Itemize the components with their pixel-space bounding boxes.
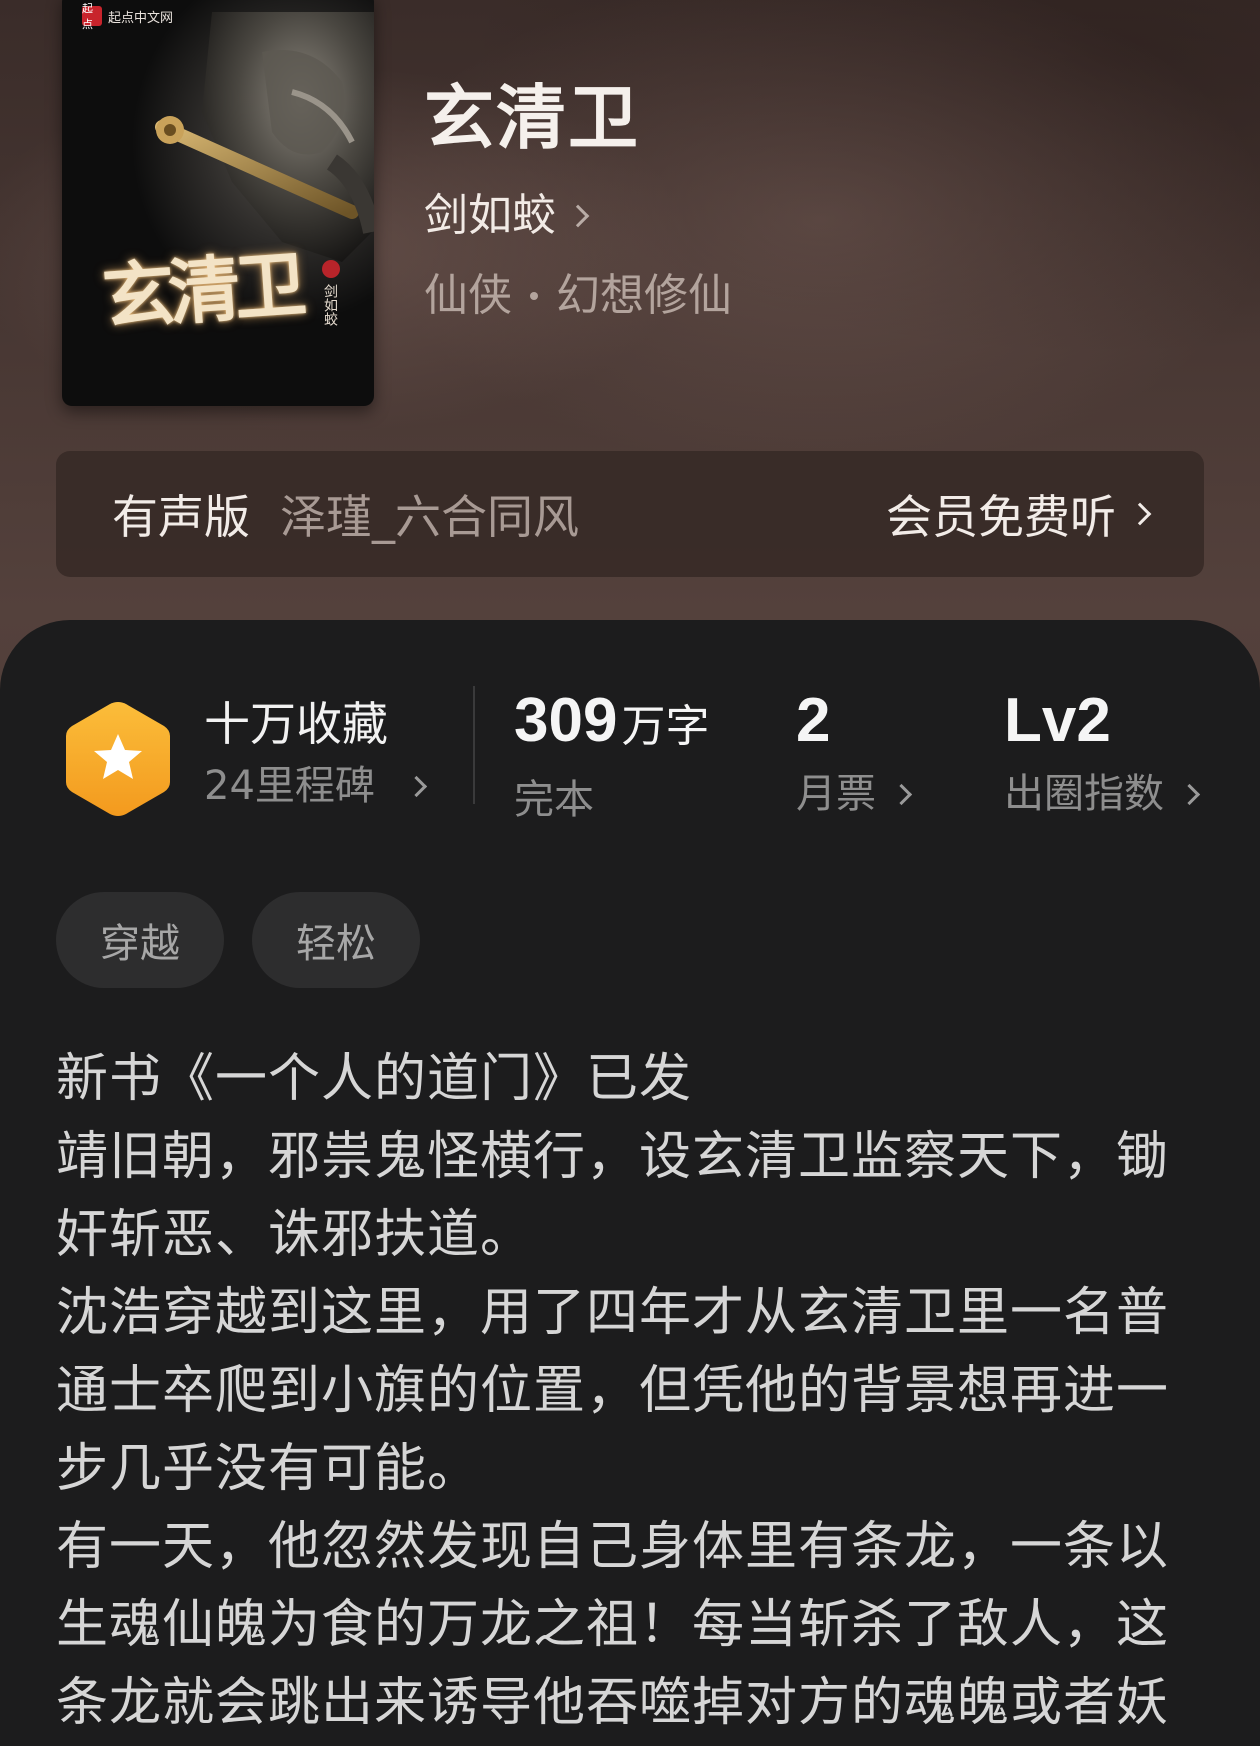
word-count-value: 309 xyxy=(514,686,618,755)
tag-chip[interactable]: 穿越 xyxy=(56,892,224,988)
book-cover[interactable]: 起点 起点中文网 玄清卫 剑如蛟 xyxy=(62,0,374,406)
description-paragraph: 新书《一个人的道门》已发 xyxy=(56,1049,693,1109)
author-link[interactable]: 剑如蛟 xyxy=(424,188,590,244)
free-listen-label: 会员免费听 xyxy=(886,490,1116,544)
genre-primary: 仙侠 xyxy=(424,270,512,321)
book-detail-page: 起点 起点中文网 玄清卫 剑如蛟 玄清卫 剑如蛟 仙侠 幻想修仙 有声版 泽瑾_… xyxy=(0,0,1260,1746)
description-paragraph: 沈浩穿越到这里，用了四年才从玄清卫里一名普通士卒爬到小旗的位置，但凭他的背景想再… xyxy=(56,1283,1170,1499)
audio-label: 有声版 xyxy=(112,490,250,544)
popularity-index-link[interactable]: 出圈指数 xyxy=(1004,766,1201,822)
monthly-ticket-label: 月票 xyxy=(796,771,876,817)
popularity-index-label: 出圈指数 xyxy=(1004,771,1164,817)
cover-title-art: 玄清卫 xyxy=(99,241,304,340)
monthly-ticket-stat[interactable]: 2 月票 xyxy=(796,686,913,822)
collection-milestone[interactable]: 十万收藏 24里程碑 xyxy=(204,694,428,814)
monthly-ticket-value: 2 xyxy=(796,686,831,755)
cover-author-art: 剑如蛟 xyxy=(322,284,338,326)
monthly-ticket-value-row: 2 xyxy=(796,686,909,756)
book-title: 玄清卫 xyxy=(424,76,640,159)
completion-label: 完本 xyxy=(514,777,594,823)
publisher-badge: 起点 xyxy=(82,2,102,31)
genre-line: 仙侠 幻想修仙 xyxy=(424,268,732,324)
cover-seal-icon xyxy=(322,260,340,278)
word-count-stat: 309 万字 完本 xyxy=(514,686,709,828)
word-count-value-row: 309 万字 xyxy=(514,686,709,762)
book-description[interactable]: 新书《一个人的道门》已发 靖旧朝，邪祟鬼怪横行，设玄清卫监察天下，锄奸斩恶、诛邪… xyxy=(56,1040,1206,1742)
audio-edition-bar[interactable]: 有声版 泽瑾_六合同风 会员免费听 xyxy=(56,451,1204,577)
description-paragraph: 有一天，他忽然发现自己身体里有条龙，一条以生魂仙魄为食的万龙之祖！每当斩杀了敌人… xyxy=(56,1517,1170,1733)
popularity-index-value-row: Lv2 xyxy=(1004,686,1197,756)
tag-chip[interactable]: 轻松 xyxy=(252,892,420,988)
milestone-link[interactable]: 24里程碑 xyxy=(204,758,428,814)
popularity-index-stat[interactable]: Lv2 出圈指数 xyxy=(1004,686,1201,822)
chevron-right-icon xyxy=(566,204,590,228)
description-paragraph: 靖旧朝，邪祟鬼怪横行，设玄清卫监察天下，锄奸斩恶、诛邪扶道。 xyxy=(56,1127,1170,1265)
word-count-unit: 万字 xyxy=(621,701,710,752)
chevron-right-icon xyxy=(890,783,913,805)
chevron-right-icon xyxy=(1178,783,1201,805)
popularity-index-value: Lv2 xyxy=(1004,686,1111,755)
milestone-label: 24里程碑 xyxy=(204,763,375,809)
free-listen-button[interactable]: 会员免费听 xyxy=(886,481,1152,547)
chevron-right-icon xyxy=(1128,502,1152,526)
star-badge-icon[interactable] xyxy=(62,698,174,820)
chevron-right-icon xyxy=(405,775,428,797)
completion-status: 完本 xyxy=(514,772,709,828)
genre-secondary: 幻想修仙 xyxy=(556,270,732,321)
stats-divider xyxy=(473,686,475,804)
audio-narrator: 泽瑾_六合同风 xyxy=(280,490,579,544)
collection-title: 十万收藏 xyxy=(204,697,388,751)
monthly-ticket-link[interactable]: 月票 xyxy=(796,766,913,822)
separator-dot xyxy=(530,292,538,300)
author-name: 剑如蛟 xyxy=(424,190,556,241)
